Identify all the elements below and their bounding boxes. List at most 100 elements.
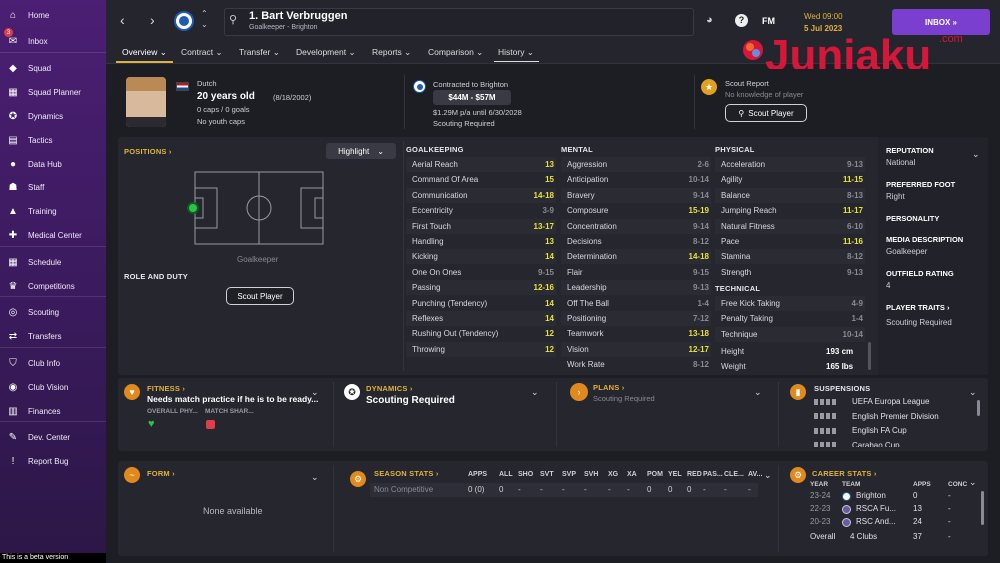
- attribute-row[interactable]: Teamwork 13-18: [561, 326, 711, 341]
- world-icon[interactable]: ◕: [706, 14, 713, 26]
- back-icon[interactable]: ‹: [120, 12, 125, 28]
- sidebar-item-medical-center[interactable]: ✚ Medical Center: [0, 224, 106, 246]
- attribute-row[interactable]: Bravery 9-14: [561, 187, 711, 203]
- fm-menu-button[interactable]: FM: [762, 16, 775, 26]
- career-scrollbar[interactable]: [981, 491, 984, 525]
- attribute-row[interactable]: Strength 9-13: [715, 265, 865, 280]
- season-stats-column-header[interactable]: RED: [687, 471, 702, 478]
- tab-comparison[interactable]: Comparison ⌄: [428, 47, 483, 58]
- attribute-row[interactable]: Aerial Reach 13: [406, 157, 556, 172]
- season-stats-column-header[interactable]: POM: [647, 471, 663, 478]
- sidebar-item-scouting[interactable]: ◎ Scouting: [0, 301, 106, 323]
- highlight-dropdown[interactable]: Highlight ⌄: [326, 143, 396, 159]
- sidebar-item-dev-center[interactable]: ✎ Dev. Center: [0, 426, 106, 448]
- sidebar-item-training[interactable]: ▲ Training: [0, 200, 106, 222]
- career-stats-column-header[interactable]: YEAR: [810, 481, 828, 488]
- season-stats-column-header[interactable]: PAS...: [703, 471, 723, 478]
- attribute-row[interactable]: Handling 13: [406, 234, 556, 249]
- attribute-row[interactable]: Vision 12-17: [561, 341, 711, 357]
- sidebar-item-transfers[interactable]: ⇄ Transfers: [0, 325, 106, 347]
- career-stats-row[interactable]: 20-23 RSC And... 24 -: [810, 517, 970, 529]
- attribute-row[interactable]: Off The Ball 1-4: [561, 296, 711, 311]
- attribute-row[interactable]: Composure 15-19: [561, 203, 711, 218]
- positions-scout-player-button[interactable]: Scout Player: [226, 287, 294, 305]
- season-stats-column-header[interactable]: YEL: [668, 471, 682, 478]
- transfer-value[interactable]: $44M - $57M: [433, 90, 511, 105]
- season-stats-column-header[interactable]: CLE...: [724, 471, 744, 478]
- attribute-row[interactable]: Command Of Area 15: [406, 172, 556, 187]
- career-stats-row[interactable]: 22-23 RSCA Fu... 13 -: [810, 504, 970, 516]
- sidebar-item-competitions[interactable]: ♛ Competitions: [0, 275, 106, 297]
- attribute-row[interactable]: Aggression 2-6: [561, 157, 711, 172]
- sidebar-item-staff[interactable]: ☗ Staff: [0, 176, 106, 198]
- attribute-row[interactable]: Reflexes 14: [406, 311, 556, 326]
- help-icon[interactable]: ?: [735, 14, 748, 27]
- sidebar-item-report-bug[interactable]: ! Report Bug: [0, 450, 106, 472]
- career-stats-title[interactable]: CAREER STATS ›: [812, 469, 877, 478]
- down-arrow-icon[interactable]: ⌄: [201, 20, 208, 29]
- season-stats-column-header[interactable]: AV...: [748, 471, 762, 478]
- dynamics-title[interactable]: DYNAMICS ›: [366, 384, 413, 393]
- sidebar-item-dynamics[interactable]: ✪ Dynamics: [0, 105, 106, 127]
- tab-development[interactable]: Development ⌄: [296, 47, 356, 58]
- suspension-item[interactable]: English FA Cup: [814, 424, 907, 437]
- attribute-row[interactable]: One On Ones 9-15: [406, 265, 556, 280]
- season-stats-column-header[interactable]: SHO: [518, 471, 533, 478]
- attribute-row[interactable]: Leadership 9-13: [561, 280, 711, 296]
- career-stats-column-header[interactable]: CONC: [948, 481, 967, 488]
- plans-title[interactable]: PLANS ›: [593, 383, 624, 392]
- attribute-row[interactable]: Passing 12-16: [406, 280, 556, 296]
- season-stats-title[interactable]: SEASON STATS ›: [374, 469, 439, 478]
- up-arrow-icon[interactable]: ⌃: [201, 9, 208, 18]
- suspension-item[interactable]: English Premier Division: [814, 410, 939, 423]
- sidebar-item-club-vision[interactable]: ◉ Club Vision: [0, 376, 106, 398]
- suspension-item[interactable]: Carabao Cup: [814, 439, 900, 447]
- sidebar-item-data-hub[interactable]: ● Data Hub: [0, 153, 106, 175]
- attribute-row[interactable]: Throwing 12: [406, 341, 556, 357]
- attribute-row[interactable]: Anticipation 10-14: [561, 172, 711, 187]
- tab-reports[interactable]: Reports ⌄: [372, 47, 411, 58]
- chevron-down-icon[interactable]: ⌄: [764, 470, 772, 481]
- attribute-row[interactable]: Eccentricity 3-9: [406, 203, 556, 218]
- career-stats-column-header[interactable]: APPS: [913, 481, 931, 488]
- career-stats-column-header[interactable]: TEAM: [842, 481, 860, 488]
- attribute-row[interactable]: Decisions 8-12: [561, 234, 711, 249]
- attribute-row[interactable]: Kicking 14: [406, 249, 556, 265]
- attribute-row[interactable]: Penalty Taking 1-4: [715, 311, 865, 326]
- chevron-down-icon[interactable]: ⌄: [531, 387, 539, 398]
- player-traits-title[interactable]: PLAYER TRAITS ›: [886, 303, 949, 312]
- chevron-down-icon[interactable]: ⌄: [311, 472, 319, 483]
- chevron-down-icon[interactable]: ⌄: [969, 387, 977, 398]
- sidebar-item-tactics[interactable]: ▤ Tactics: [0, 129, 106, 151]
- chevron-down-icon[interactable]: ⌄: [969, 477, 977, 488]
- sidebar-item-squad[interactable]: ◆ Squad: [0, 57, 106, 79]
- suspensions-scrollbar[interactable]: [977, 400, 980, 416]
- attribute-row[interactable]: Flair 9-15: [561, 265, 711, 280]
- attribute-row[interactable]: Concentration 9-14: [561, 218, 711, 234]
- tab-overview[interactable]: Overview ⌄: [122, 47, 167, 58]
- form-title[interactable]: FORM ›: [147, 469, 175, 478]
- attribute-row[interactable]: Technique 10-14: [715, 326, 865, 342]
- attribute-row[interactable]: Balance 8-13: [715, 187, 865, 203]
- season-stats-column-header[interactable]: SVP: [562, 471, 576, 478]
- fitness-title[interactable]: FITNESS ›: [147, 384, 185, 393]
- sidebar-item-squad-planner[interactable]: ▦ Squad Planner: [0, 81, 106, 103]
- tab-transfer[interactable]: Transfer ⌄: [239, 47, 280, 58]
- positions-title[interactable]: POSITIONS ›: [124, 147, 172, 156]
- sidebar-item-home[interactable]: ⌂ Home: [0, 4, 106, 26]
- attribute-row[interactable]: Free Kick Taking 4-9: [715, 296, 865, 311]
- sidebar-item-inbox[interactable]: ✉ Inbox 3: [0, 28, 106, 52]
- attribute-row[interactable]: Positioning 7-12: [561, 311, 711, 326]
- season-stats-column-header[interactable]: APPS: [468, 471, 487, 478]
- attribute-row[interactable]: Stamina 8-12: [715, 249, 865, 265]
- season-stats-column-header[interactable]: XG: [608, 471, 618, 478]
- attribute-row[interactable]: Punching (Tendency) 14: [406, 296, 556, 311]
- chevron-down-icon[interactable]: ⌄: [972, 149, 980, 160]
- season-stats-column-header[interactable]: ALL: [499, 471, 513, 478]
- attribute-row[interactable]: Natural Fitness 6-10: [715, 218, 865, 234]
- attribute-row[interactable]: Determination 14-18: [561, 249, 711, 265]
- attribute-row[interactable]: Communication 14-18: [406, 187, 556, 203]
- club-crest-icon[interactable]: [174, 11, 194, 31]
- chevron-down-icon[interactable]: ⌄: [311, 387, 319, 398]
- sidebar-item-schedule[interactable]: ▦ Schedule: [0, 251, 106, 273]
